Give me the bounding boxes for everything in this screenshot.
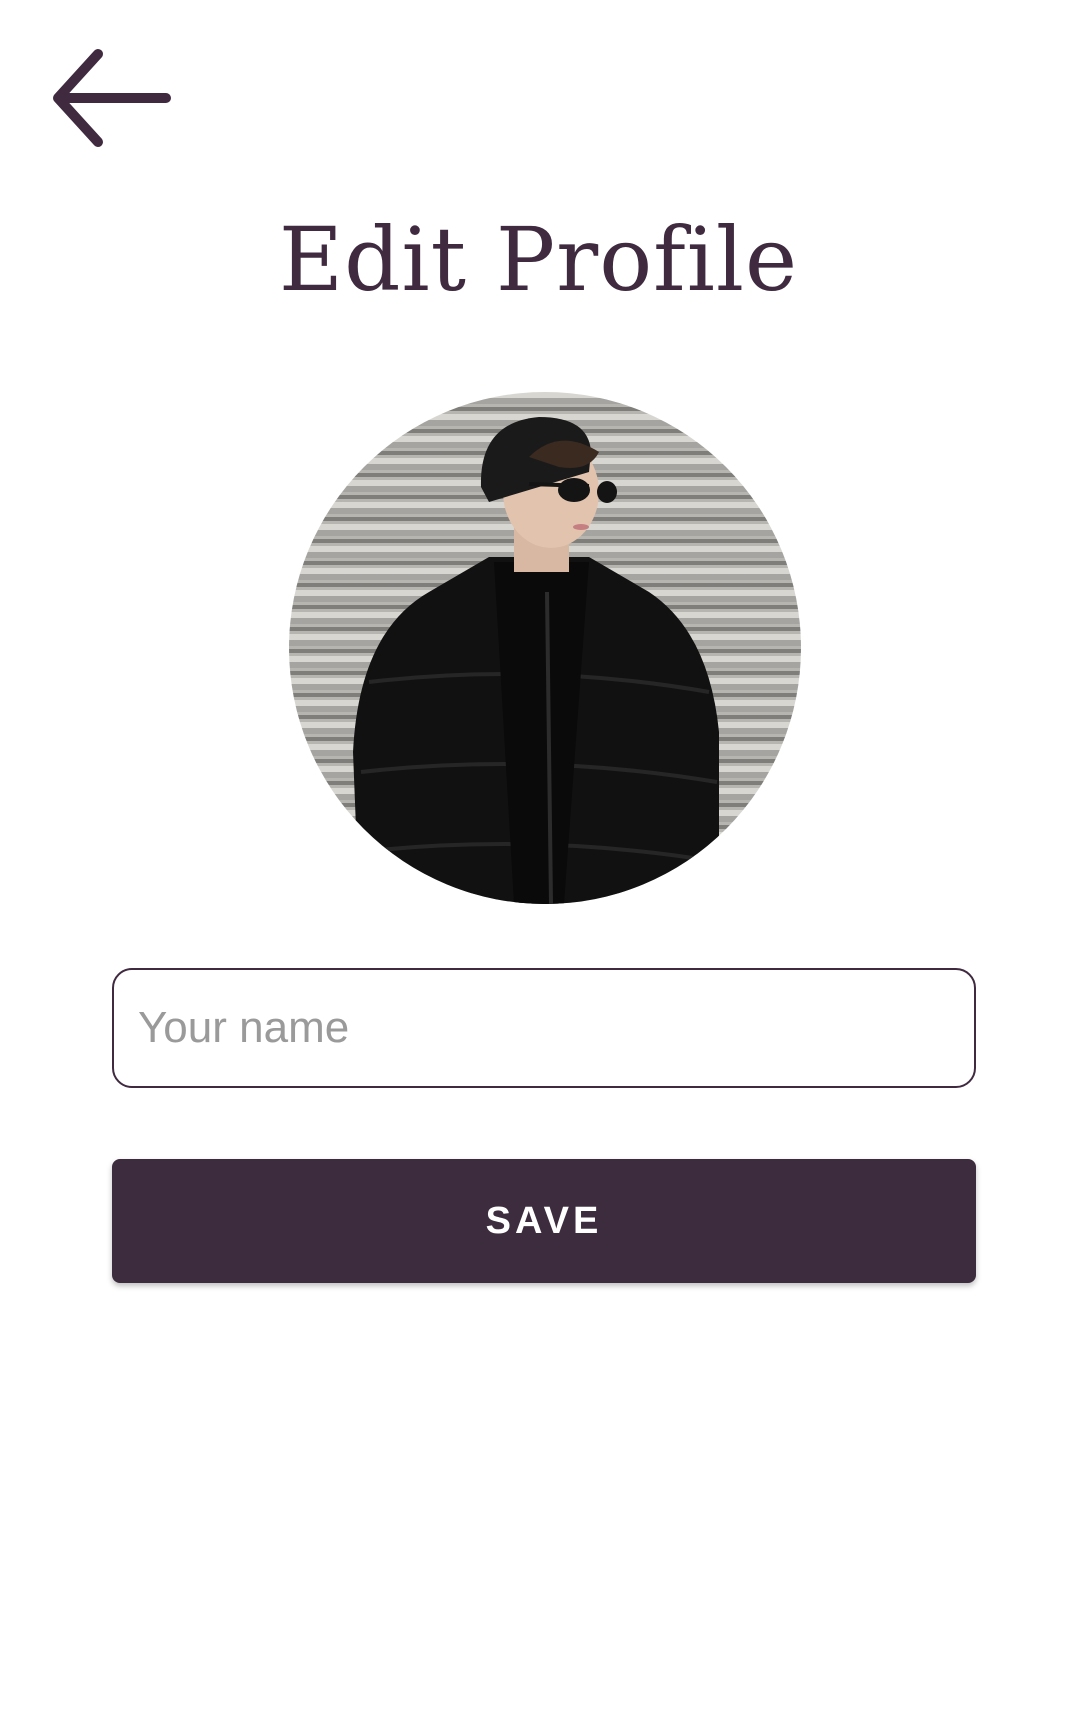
profile-photo	[289, 392, 801, 904]
page-title: Edit Profile	[278, 208, 799, 311]
arrow-left-icon	[50, 46, 174, 155]
save-button[interactable]: SAVE	[112, 1159, 976, 1283]
avatar[interactable]	[289, 392, 801, 904]
back-button[interactable]	[50, 40, 190, 160]
name-input[interactable]	[112, 968, 976, 1088]
